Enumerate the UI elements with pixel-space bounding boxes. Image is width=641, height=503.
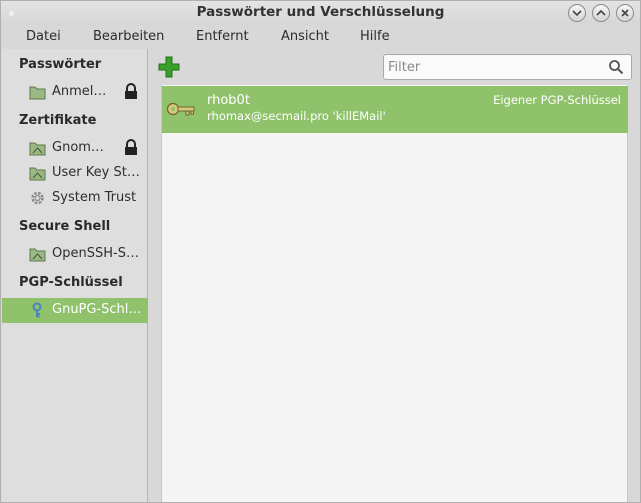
minimize-button[interactable] xyxy=(568,4,586,22)
sidebar-item-user-key-storage[interactable]: User Key St… xyxy=(2,161,148,186)
close-icon xyxy=(621,9,629,17)
sidebar-item-label: OpenSSH-S… xyxy=(52,246,139,261)
filter-box[interactable] xyxy=(383,54,632,80)
sidebar-item-label: System Trust xyxy=(52,190,137,205)
maximize-button[interactable] xyxy=(592,4,610,22)
key-type: Eigener PGP-Schlüssel xyxy=(493,93,621,107)
sidebar-item-anmeldung[interactable]: Anmel… xyxy=(2,80,148,105)
menu-bar: Datei Bearbeiten Entfernt Ansicht Hilfe xyxy=(1,25,640,49)
sidebar: Passwörter Anmel… Zertifikate Gnom… User… xyxy=(2,49,148,502)
section-heading-passwoerter: Passwörter xyxy=(19,57,102,72)
menu-bearbeiten[interactable]: Bearbeiten xyxy=(93,29,164,44)
chevron-up-icon xyxy=(596,9,606,16)
sidebar-item-gnome[interactable]: Gnom… xyxy=(2,136,148,161)
sidebar-item-gnupg[interactable]: GnuPG-Schl… xyxy=(2,298,148,323)
gear-icon xyxy=(31,191,44,205)
filter-input[interactable] xyxy=(388,58,603,76)
title-bar[interactable]: Passwörter und Verschlüsselung xyxy=(1,1,640,25)
chevron-down-icon xyxy=(572,10,582,17)
close-button[interactable] xyxy=(616,4,634,22)
key-icon xyxy=(166,102,195,116)
folder-icon xyxy=(29,86,46,100)
menu-hilfe[interactable]: Hilfe xyxy=(360,29,390,44)
sidebar-item-label: User Key St… xyxy=(52,165,140,180)
search-icon[interactable] xyxy=(608,59,624,75)
add-icon[interactable] xyxy=(157,55,181,79)
toolbar xyxy=(149,49,640,85)
lock-icon xyxy=(125,83,137,99)
key-subtitle: rhomax@secmail.pro 'killEMail' xyxy=(207,109,386,123)
menu-entfernt[interactable]: Entfernt xyxy=(196,29,249,44)
app-window: Passwörter und Verschlüsselung Datei Bea… xyxy=(0,0,641,503)
section-heading-secure-shell: Secure Shell xyxy=(19,219,111,234)
sidebar-item-system-trust[interactable]: System Trust xyxy=(2,186,148,211)
window-title: Passwörter und Verschlüsselung xyxy=(196,4,445,20)
lock-icon xyxy=(125,139,137,155)
key-list: rhob0t rhomax@secmail.pro 'killEMail' Ei… xyxy=(161,85,628,502)
certificate-folder-icon xyxy=(29,167,46,181)
certificate-folder-icon xyxy=(29,248,46,262)
sidebar-item-label: GnuPG-Schl… xyxy=(52,302,142,317)
section-heading-zertifikate: Zertifikate xyxy=(19,113,97,128)
keyring-icon xyxy=(32,302,42,318)
menu-datei[interactable]: Datei xyxy=(26,29,61,44)
certificate-folder-icon xyxy=(29,142,46,156)
menu-ansicht[interactable]: Ansicht xyxy=(281,29,329,44)
sidebar-item-openssh[interactable]: OpenSSH-S… xyxy=(2,242,148,267)
section-heading-pgp: PGP-Schlüssel xyxy=(19,275,123,290)
list-item[interactable]: rhob0t rhomax@secmail.pro 'killEMail' Ei… xyxy=(162,86,628,133)
key-name: rhob0t xyxy=(207,93,250,108)
